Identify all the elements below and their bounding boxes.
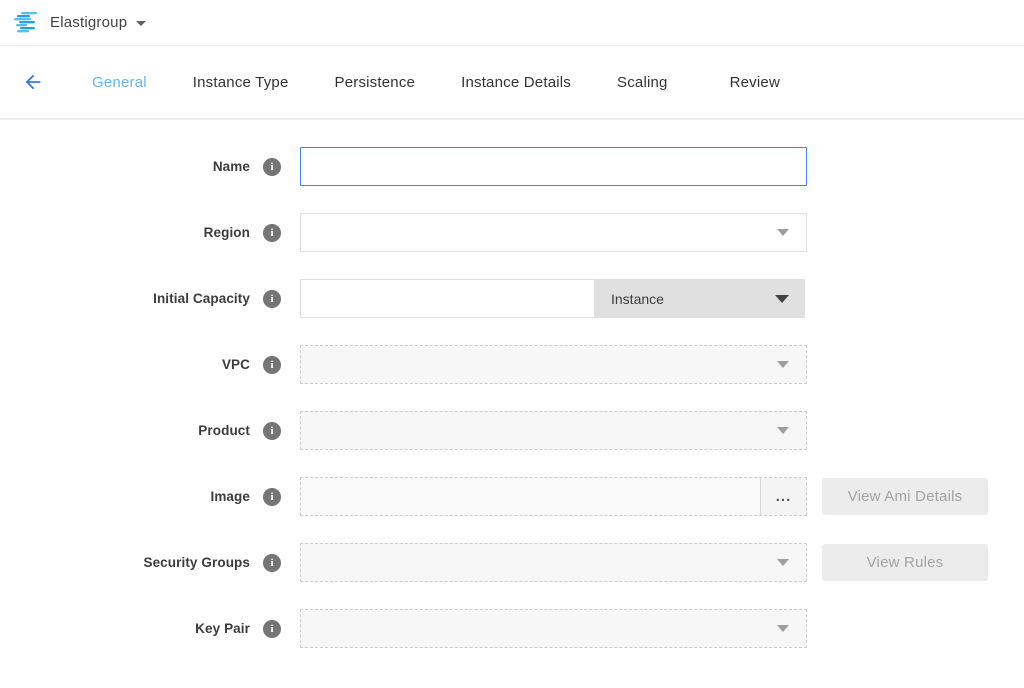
chevron-down-icon: [777, 625, 789, 632]
chevron-down-icon: [777, 427, 789, 434]
back-button[interactable]: [20, 69, 46, 95]
image-info-icon[interactable]: i: [263, 488, 281, 506]
region-info-icon[interactable]: i: [263, 224, 281, 242]
vpc-label: VPC: [0, 357, 250, 372]
chevron-down-icon: [777, 559, 789, 566]
tab-persistence[interactable]: Persistence: [335, 74, 416, 91]
initial-capacity-label: Initial Capacity: [0, 291, 250, 306]
image-value: [301, 478, 760, 515]
initial-capacity-row: Initial Capacity i Instance: [0, 279, 1024, 318]
product-info-icon[interactable]: i: [263, 422, 281, 440]
chevron-down-icon: [775, 295, 789, 303]
back-arrow-icon: [22, 71, 44, 93]
view-rules-button[interactable]: View Rules: [822, 544, 988, 581]
image-browse-button[interactable]: ...: [760, 478, 806, 515]
security-groups-select[interactable]: [300, 543, 807, 582]
wizard-tabs: General Instance Type Persistence Instan…: [92, 74, 826, 91]
product-select[interactable]: [300, 411, 807, 450]
tab-instance-type[interactable]: Instance Type: [193, 74, 289, 91]
vpc-row: VPC i: [0, 345, 1024, 384]
tab-review[interactable]: Review: [730, 74, 780, 91]
name-info-icon[interactable]: i: [263, 158, 281, 176]
initial-capacity-info-icon[interactable]: i: [263, 290, 281, 308]
image-row: Image i ... View Ami Details: [0, 477, 1024, 516]
security-groups-info-icon[interactable]: i: [263, 554, 281, 572]
product-label: Product: [0, 423, 250, 438]
security-groups-row: Security Groups i View Rules: [0, 543, 1024, 582]
app-switcher[interactable]: Elastigroup: [14, 12, 146, 34]
region-label: Region: [0, 225, 250, 240]
name-input[interactable]: [300, 147, 807, 186]
elastigroup-logo-icon: [14, 12, 40, 34]
key-pair-label: Key Pair: [0, 621, 250, 636]
security-groups-label: Security Groups: [0, 555, 250, 570]
tab-instance-details[interactable]: Instance Details: [461, 74, 571, 91]
vpc-select[interactable]: [300, 345, 807, 384]
product-row: Product i: [0, 411, 1024, 450]
name-label: Name: [0, 159, 250, 174]
name-row: Name i: [0, 147, 1024, 186]
region-row: Region i: [0, 213, 1024, 252]
region-select[interactable]: [300, 213, 807, 252]
key-pair-row: Key Pair i: [0, 609, 1024, 648]
app-name: Elastigroup: [50, 14, 127, 31]
tab-scaling[interactable]: Scaling: [617, 74, 668, 91]
tab-general[interactable]: General: [92, 74, 147, 91]
capacity-unit-select[interactable]: Instance: [595, 279, 805, 318]
image-label: Image: [0, 489, 250, 504]
chevron-down-icon: [777, 361, 789, 368]
general-form: Name i Region i Initial Capacity i Insta…: [0, 120, 1024, 648]
capacity-unit-value: Instance: [611, 291, 664, 307]
wizard-tab-bar: General Instance Type Persistence Instan…: [0, 46, 1024, 120]
view-ami-details-button[interactable]: View Ami Details: [822, 478, 988, 515]
chevron-down-icon: [777, 229, 789, 236]
vpc-info-icon[interactable]: i: [263, 356, 281, 374]
image-input-group[interactable]: ...: [300, 477, 807, 516]
initial-capacity-input[interactable]: [300, 279, 595, 318]
key-pair-select[interactable]: [300, 609, 807, 648]
chevron-down-icon: [136, 21, 146, 26]
top-bar: Elastigroup: [0, 0, 1024, 46]
key-pair-info-icon[interactable]: i: [263, 620, 281, 638]
